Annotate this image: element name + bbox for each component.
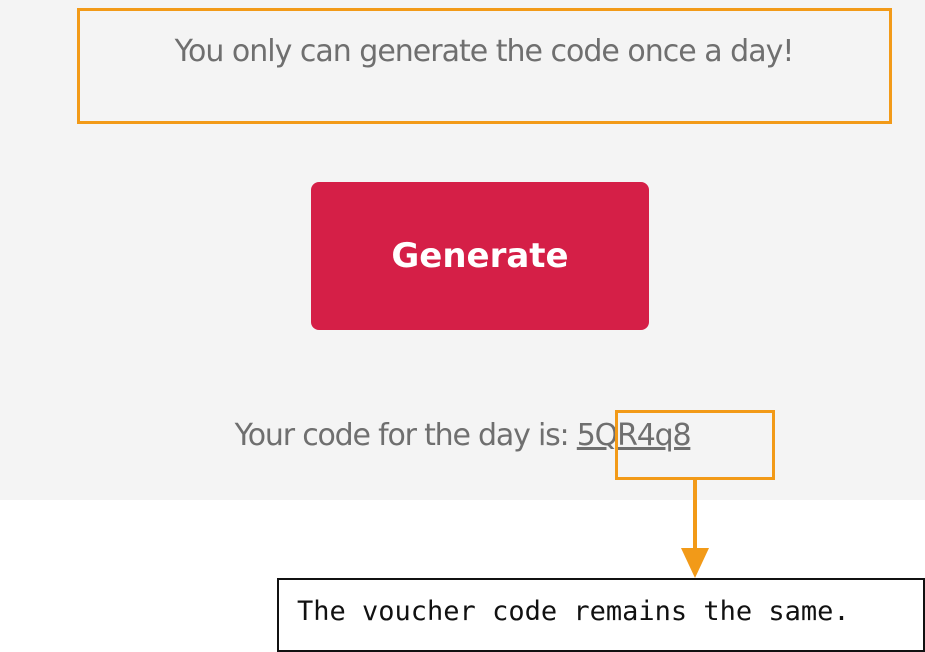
message-highlight-box — [77, 8, 892, 124]
code-highlight-box — [615, 410, 775, 480]
annotation-arrow-head-icon — [681, 548, 709, 578]
generate-button[interactable]: Generate — [311, 182, 649, 330]
annotation-note: The voucher code remains the same. — [277, 578, 925, 652]
annotation-note-text: The voucher code remains the same. — [297, 596, 850, 627]
screenshot-stage: You only can generate the code once a da… — [0, 0, 925, 652]
code-prefix-label: Your code for the day is: — [234, 418, 577, 453]
code-line: Your code for the day is: 5QR4q8 — [0, 418, 925, 453]
annotation-arrow-shaft — [693, 480, 697, 552]
